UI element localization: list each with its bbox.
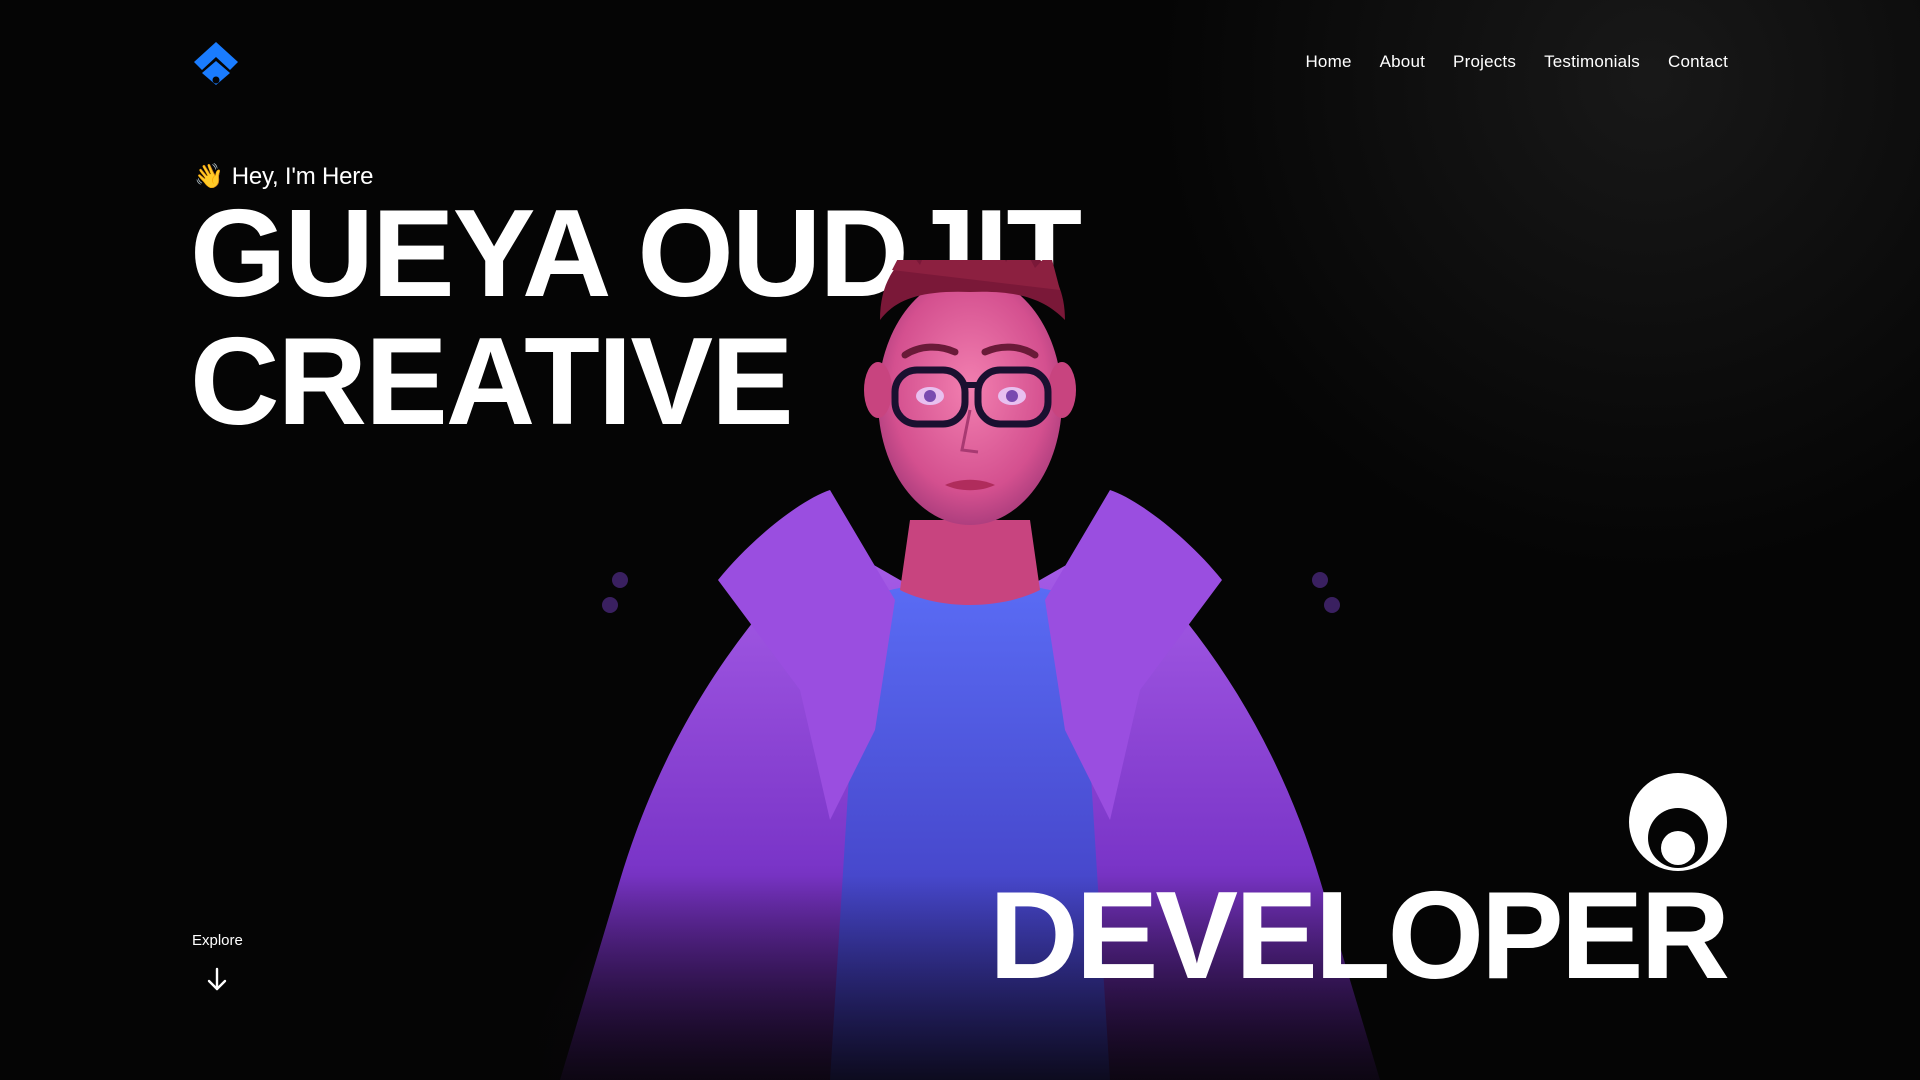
nav-testimonials-link[interactable]: Testimonials [1544,52,1640,72]
nav-about-link[interactable]: About [1380,52,1425,72]
nav-contact-link[interactable]: Contact [1668,52,1728,72]
explore-label: Explore [192,932,243,949]
nav-projects-link[interactable]: Projects [1453,52,1516,72]
nav-home-link[interactable]: Home [1305,52,1351,72]
arrow-down-icon [207,967,227,991]
explore-button[interactable]: Explore [192,932,243,993]
diamond-chevron-logo-icon[interactable] [190,40,242,88]
circle-ring-icon [1629,773,1727,871]
hero-role: DEVELOPER [989,867,1730,1005]
main-nav: Home About Projects Testimonials Contact [1305,52,1728,72]
